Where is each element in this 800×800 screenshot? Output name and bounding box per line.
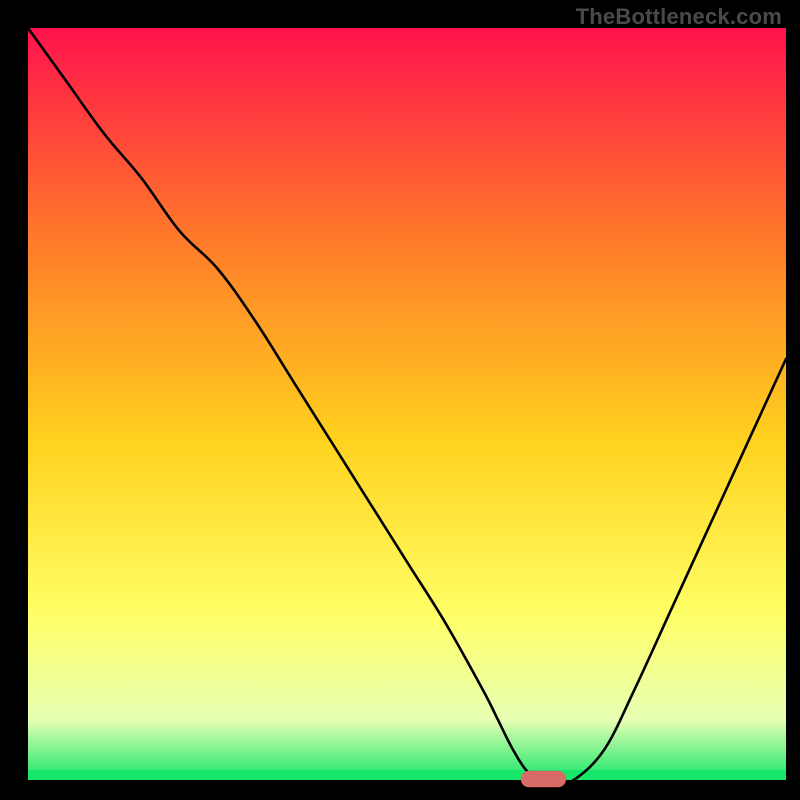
floor-strip (28, 770, 786, 780)
optimal-marker (521, 771, 566, 788)
chart-svg (0, 0, 800, 800)
chart-frame: TheBottleneck.com (0, 0, 800, 800)
watermark-text: TheBottleneck.com (576, 4, 782, 30)
plot-background (28, 28, 786, 780)
